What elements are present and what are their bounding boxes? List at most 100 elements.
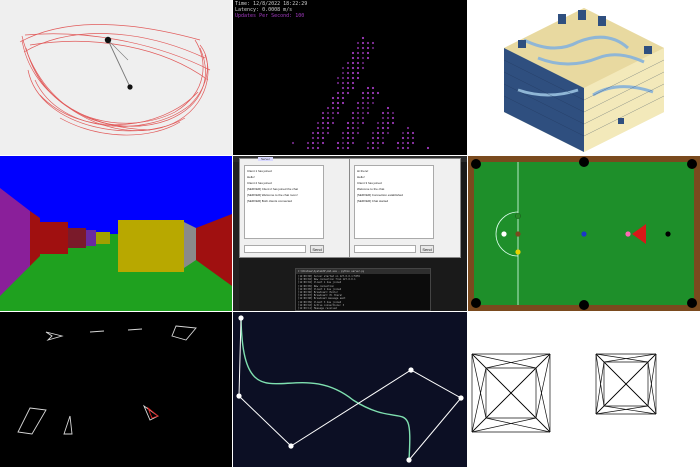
particle-dot: [331, 106, 335, 110]
pendulum-bob: [127, 84, 133, 90]
send-button[interactable]: Send: [420, 245, 434, 253]
particle-dot: [361, 56, 365, 60]
collage-grid: Time: 12/8/2022 18:22:29 Latency: 0.0008…: [0, 0, 700, 467]
particle-dot: [366, 86, 370, 90]
chat-input-right[interactable]: [354, 245, 416, 253]
particle-dot: [401, 136, 405, 140]
chat-window-right: Hi there! Hello! Client 3 has joined Wel…: [349, 158, 461, 258]
wire-edge: [595, 353, 649, 363]
particle-dot: [366, 106, 370, 110]
particle-dot: [321, 111, 325, 115]
particle-dot: [326, 131, 330, 135]
particle-dot: [346, 86, 350, 90]
wire-edge: [471, 353, 537, 369]
particle-dot: [351, 136, 355, 140]
particle-dot: [371, 146, 375, 150]
control-point[interactable]: [288, 443, 294, 449]
particle-dot: [366, 56, 370, 60]
tile-bezier-editor: [233, 312, 467, 467]
particle-dot: [361, 51, 365, 55]
particle-dot: [361, 111, 365, 115]
particle-dot: [356, 126, 360, 130]
particle-dot: [411, 136, 415, 140]
console-output: [12:00:00] Server started on 127.0.0.1:5…: [296, 274, 430, 311]
particle-dot: [346, 71, 350, 75]
particle-dot: [381, 136, 385, 140]
control-point[interactable]: [458, 395, 464, 401]
particle-dot: [291, 141, 295, 145]
particle-dot: [341, 131, 345, 135]
particle-dot: [326, 111, 330, 115]
particle-dot: [361, 66, 365, 70]
particle-dot: [371, 41, 375, 45]
control-point[interactable]: [408, 367, 414, 373]
particle-dot: [351, 71, 355, 75]
particle-dot: [326, 121, 330, 125]
particle-dot: [336, 91, 340, 95]
particle-dot: [336, 81, 340, 85]
particle-dot: [411, 131, 415, 135]
particle-dot: [391, 111, 395, 115]
chat-tab[interactable]: Server: [258, 157, 273, 161]
particle-dot: [341, 141, 345, 145]
particle-dot: [351, 126, 355, 130]
particle-dot: [351, 56, 355, 60]
particle-dot: [361, 116, 365, 120]
particle-dot: [331, 116, 335, 120]
particle-dot: [396, 146, 400, 150]
particle-dot: [386, 111, 390, 115]
particle-dot: [356, 76, 360, 80]
particle-dot: [376, 141, 380, 145]
chat-log-right: Hi there! Hello! Client 3 has joined Wel…: [354, 165, 434, 239]
particle-dot: [406, 141, 410, 145]
control-point[interactable]: [238, 315, 244, 321]
particle-dot: [371, 131, 375, 135]
particle-dot: [371, 91, 375, 95]
particle-dot: [376, 121, 380, 125]
send-button[interactable]: Send: [310, 245, 324, 253]
particle-dot: [401, 141, 405, 145]
particle-dot: [406, 136, 410, 140]
particle-dot: [316, 126, 320, 130]
particle-dot: [371, 46, 375, 50]
particle-dot: [351, 66, 355, 70]
chat-input-left[interactable]: [244, 245, 306, 253]
tile-snooker: [468, 156, 700, 311]
particle-dot: [361, 41, 365, 45]
particle-dot: [331, 101, 335, 105]
particle-dot: [321, 136, 325, 140]
wire-edge: [603, 353, 657, 363]
particle-dot: [346, 121, 350, 125]
particle-dot: [351, 51, 355, 55]
wire-edge: [471, 417, 487, 433]
tile-double-pendulum: [0, 0, 232, 155]
particle-dot: [326, 106, 330, 110]
particle-dot: [306, 141, 310, 145]
particle-dot: [321, 116, 325, 120]
particle-dot: [326, 126, 330, 130]
tile-wireframe: [468, 312, 700, 467]
control-point[interactable]: [236, 393, 242, 399]
tile-vector-polygons: [0, 312, 232, 467]
particle-dot: [351, 86, 355, 90]
particle-dot: [356, 106, 360, 110]
particle-dot: [336, 141, 340, 145]
control-point[interactable]: [406, 457, 412, 463]
particle-dot: [346, 81, 350, 85]
particle-dot: [316, 121, 320, 125]
particle-canvas: [291, 36, 430, 150]
wire-edge: [647, 353, 657, 407]
hud-status: Updates Per Second: 100: [235, 13, 305, 19]
pendulum-pivot: [104, 36, 112, 44]
particle-dot: [356, 41, 360, 45]
particle-dot: [386, 121, 390, 125]
particle-dot: [351, 81, 355, 85]
wire-edge: [471, 367, 487, 433]
particle-dot: [336, 146, 340, 150]
particle-dot: [381, 131, 385, 135]
wire-edge: [471, 417, 537, 433]
particle-dot: [351, 141, 355, 145]
particle-dot: [406, 126, 410, 130]
particle-dot: [331, 111, 335, 115]
particle-dot: [366, 141, 370, 145]
